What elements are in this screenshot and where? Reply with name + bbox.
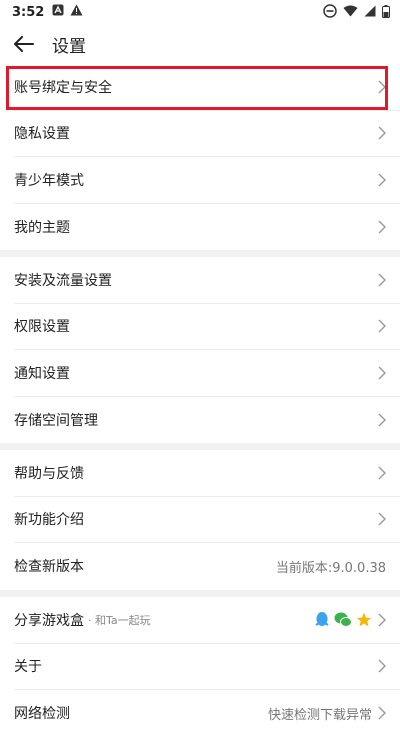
row-notifications[interactable]: 通知设置 (14, 350, 400, 397)
row-new-features[interactable]: 新功能介绍 (14, 497, 400, 543)
status-time: 3:52 (12, 4, 45, 20)
row-teen-mode[interactable]: 青少年模式 (14, 157, 400, 204)
back-button[interactable] (2, 24, 46, 64)
settings-group-system: 安装及流量设置 权限设置 通知设置 存储空间管理 (0, 257, 400, 443)
row-my-theme[interactable]: 我的主题 (14, 204, 400, 251)
row-network-check[interactable]: 网络检测 快速检测下载异常 (14, 690, 400, 737)
current-version: 当前版本:9.0.0.38 (275, 560, 386, 576)
row-label: 账号绑定与安全 (14, 79, 112, 96)
app-bar: 设置 (0, 24, 400, 64)
chevron-right-icon (378, 273, 386, 287)
row-permissions[interactable]: 权限设置 (14, 304, 400, 350)
chevron-right-icon (378, 220, 386, 234)
row-label: 分享游戏盒 (14, 612, 84, 629)
row-label: 我的主题 (14, 219, 70, 236)
settings-group-help: 帮助与反馈 新功能介绍 检查新版本 当前版本:9.0.0.38 (0, 450, 400, 590)
row-label: 安装及流量设置 (14, 272, 112, 289)
row-sublabel: · 和Ta一起玩 (88, 613, 151, 627)
row-install-traffic[interactable]: 安装及流量设置 (14, 257, 400, 304)
warning-icon (70, 4, 83, 20)
chevron-right-icon (378, 366, 386, 380)
row-check-update[interactable]: 检查新版本 当前版本:9.0.0.38 (14, 543, 400, 590)
row-storage[interactable]: 存储空间管理 (14, 397, 400, 444)
battery-icon (382, 4, 390, 22)
notification-a-icon (52, 4, 64, 20)
status-bar: 3:52 (0, 0, 400, 24)
row-label: 通知设置 (14, 365, 70, 382)
chevron-right-icon (378, 319, 386, 333)
row-label: 青少年模式 (14, 172, 84, 189)
row-label: 网络检测 (14, 706, 70, 723)
page-title: 设置 (52, 36, 86, 57)
network-check-hint: 快速检测下载异常 (267, 707, 372, 723)
row-label: 检查新版本 (14, 559, 84, 576)
chevron-right-icon (378, 80, 386, 94)
arrow-left-icon (14, 36, 34, 52)
chevron-right-icon (378, 466, 386, 480)
chevron-right-icon (378, 613, 386, 627)
row-account-security[interactable]: 账号绑定与安全 (14, 64, 400, 111)
row-label: 帮助与反馈 (14, 465, 84, 482)
star-icon (356, 612, 372, 627)
row-label: 权限设置 (14, 319, 70, 336)
row-share-gamebox[interactable]: 分享游戏盒 · 和Ta一起玩 (14, 597, 400, 644)
settings-group-account: 账号绑定与安全 隐私设置 青少年模式 我的主题 (0, 64, 400, 250)
chevron-right-icon (378, 512, 386, 526)
do-not-disturb-icon (323, 4, 337, 22)
qq-icon (315, 611, 329, 626)
wechat-icon (334, 612, 352, 627)
row-label: 存储空间管理 (14, 412, 98, 429)
signal-icon (364, 5, 376, 21)
row-label: 关于 (14, 659, 42, 676)
chevron-right-icon (378, 126, 386, 140)
row-label: 新功能介绍 (14, 512, 84, 529)
row-help-feedback[interactable]: 帮助与反馈 (14, 450, 400, 497)
chevron-right-icon (378, 706, 386, 720)
row-about[interactable]: 关于 (14, 644, 400, 690)
chevron-right-icon (378, 173, 386, 187)
chevron-right-icon (378, 659, 386, 673)
chevron-right-icon (378, 413, 386, 427)
wifi-icon (343, 5, 358, 21)
row-label: 隐私设置 (14, 126, 70, 143)
row-privacy-settings[interactable]: 隐私设置 (14, 111, 400, 157)
settings-group-share: 分享游戏盒 · 和Ta一起玩 关于 网络检测 快速检测下载异常 (0, 597, 400, 737)
